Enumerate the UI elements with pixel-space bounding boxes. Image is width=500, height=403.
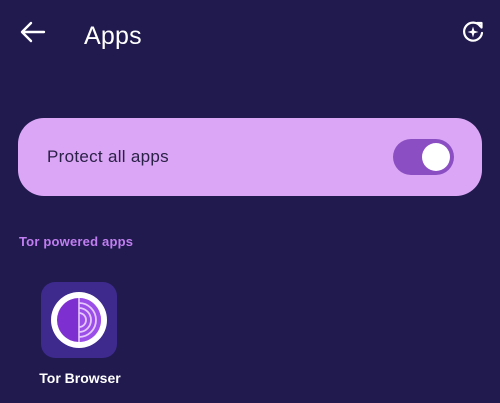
protect-all-apps-label: Protect all apps bbox=[47, 147, 169, 166]
arrow-left-icon bbox=[20, 21, 46, 43]
page-title: Apps bbox=[84, 22, 142, 50]
refresh-button[interactable] bbox=[456, 15, 490, 49]
app-label: Tor Browser bbox=[39, 370, 121, 386]
app-tile-tor-browser[interactable]: Tor Browser bbox=[30, 282, 130, 392]
back-button[interactable] bbox=[16, 15, 50, 49]
app-bar: Apps bbox=[0, 0, 500, 72]
toggle-knob bbox=[422, 143, 450, 171]
tor-browser-icon bbox=[41, 282, 117, 358]
protect-all-apps-card[interactable]: Protect all apps bbox=[18, 118, 482, 196]
refresh-sparkle-icon bbox=[463, 21, 484, 42]
protect-all-apps-toggle[interactable] bbox=[393, 139, 454, 175]
section-header-tor-powered-apps: Tor powered apps bbox=[19, 234, 134, 249]
